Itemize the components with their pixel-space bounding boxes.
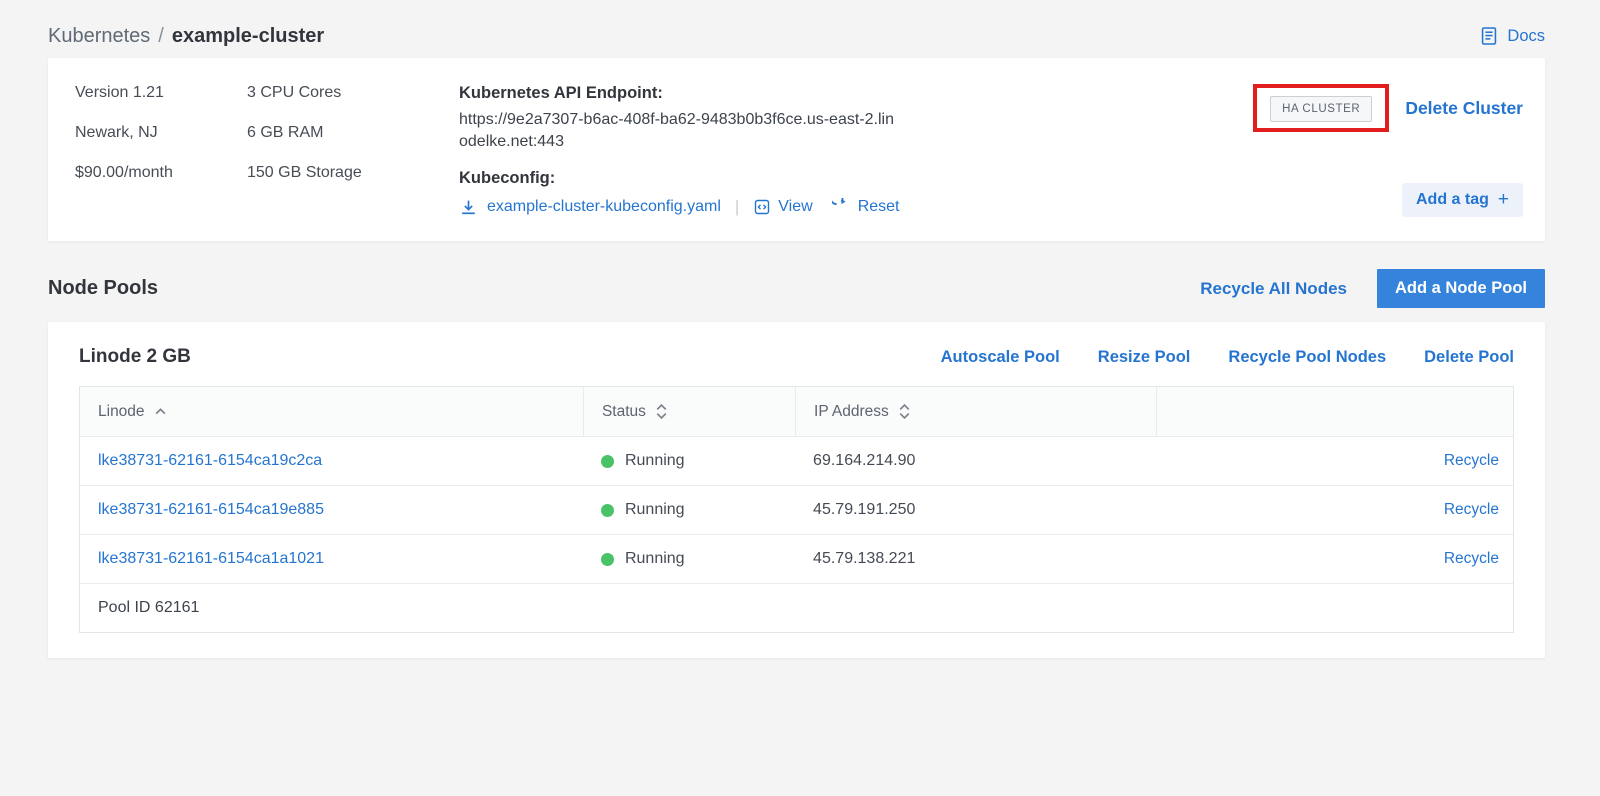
docs-link[interactable]: Docs	[1479, 26, 1545, 46]
node-pools-header: Node Pools Recycle All Nodes Add a Node …	[48, 269, 1545, 308]
delete-pool-button[interactable]: Delete Pool	[1424, 348, 1514, 367]
cluster-ram: 6 GB RAM	[247, 124, 459, 142]
resize-pool-button[interactable]: Resize Pool	[1098, 348, 1191, 367]
cluster-specs-column-1: Version 1.21 Newark, NJ $90.00/month	[75, 84, 247, 217]
linode-header-label: Linode	[98, 403, 145, 421]
ip-header-label: IP Address	[814, 403, 889, 421]
table-row: lke38731-62161-6154ca19c2ca Running 69.1…	[80, 436, 1513, 485]
status-running-dot	[601, 504, 614, 517]
view-kubeconfig-button[interactable]: View	[753, 198, 812, 216]
reset-label: Reset	[858, 198, 900, 216]
nodes-table-header: Linode Status	[80, 387, 1513, 436]
add-a-tag-button[interactable]: Add a tag +	[1402, 183, 1523, 217]
topbar: Kubernetes / example-cluster Docs	[48, 14, 1545, 58]
breadcrumb-separator: /	[158, 25, 164, 48]
column-header-ip-address[interactable]: IP Address	[795, 387, 1156, 436]
table-row: lke38731-62161-6154ca19e885 Running 45.7…	[80, 485, 1513, 534]
status-label: Running	[625, 501, 685, 519]
red-annotation-highlight: HA CLUSTER	[1253, 84, 1389, 132]
ha-cluster-badge: HA CLUSTER	[1270, 96, 1372, 122]
node-link[interactable]: lke38731-62161-6154ca19e885	[98, 501, 324, 519]
download-icon	[459, 198, 478, 217]
cluster-version: Version 1.21	[75, 84, 247, 102]
kubernetes-cluster-page: Kubernetes / example-cluster Docs Versio…	[0, 0, 1600, 658]
add-a-node-pool-button[interactable]: Add a Node Pool	[1377, 269, 1545, 308]
node-ip-address: 45.79.191.250	[813, 501, 915, 519]
code-view-icon	[753, 198, 771, 216]
breadcrumb: Kubernetes / example-cluster	[48, 25, 324, 48]
reset-kubeconfig-button[interactable]: Reset	[832, 198, 900, 217]
recycle-all-nodes-button[interactable]: Recycle All Nodes	[1200, 279, 1347, 299]
pool-name: Linode 2 GB	[79, 346, 191, 368]
delete-cluster-button[interactable]: Delete Cluster	[1405, 98, 1523, 119]
node-link[interactable]: lke38731-62161-6154ca1a1021	[98, 550, 324, 568]
node-pools-title: Node Pools	[48, 277, 158, 300]
recycle-node-button[interactable]: Recycle	[1444, 501, 1499, 519]
api-endpoint-block: Kubernetes API Endpoint: https://9e2a730…	[459, 84, 911, 217]
nodes-table-body: lke38731-62161-6154ca19c2ca Running 69.1…	[80, 436, 1513, 583]
pool-id-footer: Pool ID 62161	[80, 583, 1513, 632]
cluster-specs-column-2: 3 CPU Cores 6 GB RAM 150 GB Storage	[247, 84, 459, 217]
node-pool-card: Linode 2 GB Autoscale Pool Resize Pool R…	[48, 322, 1545, 658]
table-row: lke38731-62161-6154ca1a1021 Running 45.7…	[80, 534, 1513, 583]
cluster-storage: 150 GB Storage	[247, 164, 459, 182]
cluster-region: Newark, NJ	[75, 124, 247, 142]
status-running-dot	[601, 553, 614, 566]
pool-header: Linode 2 GB Autoscale Pool Resize Pool R…	[79, 346, 1514, 368]
cluster-cpu: 3 CPU Cores	[247, 84, 459, 102]
view-label: View	[778, 198, 812, 216]
sort-ascending-icon	[154, 407, 167, 416]
recycle-node-button[interactable]: Recycle	[1444, 550, 1499, 568]
column-header-actions	[1156, 387, 1513, 436]
node-link[interactable]: lke38731-62161-6154ca19c2ca	[98, 452, 322, 470]
api-endpoint-url: https://9e2a7307-b6ac-408f-ba62-9483b0b3…	[459, 109, 899, 153]
add-tag-label: Add a tag	[1416, 191, 1489, 209]
kubeconfig-divider: |	[735, 197, 739, 217]
node-ip-address: 45.79.138.221	[813, 550, 915, 568]
kubeconfig-row: example-cluster-kubeconfig.yaml | View	[459, 197, 911, 217]
sort-both-icon	[655, 403, 668, 420]
cluster-price: $90.00/month	[75, 164, 247, 182]
status-label: Running	[625, 452, 685, 470]
breadcrumb-kubernetes-link[interactable]: Kubernetes	[48, 25, 150, 48]
docs-link-label: Docs	[1507, 27, 1545, 46]
recycle-pool-nodes-button[interactable]: Recycle Pool Nodes	[1228, 348, 1386, 367]
reset-refresh-icon	[832, 198, 851, 217]
docs-icon	[1479, 26, 1499, 46]
column-header-linode[interactable]: Linode	[80, 387, 583, 436]
ha-row: HA CLUSTER Delete Cluster	[1253, 84, 1523, 132]
summary-right-column: HA CLUSTER Delete Cluster Add a tag +	[1253, 84, 1523, 217]
api-endpoint-label: Kubernetes API Endpoint:	[459, 84, 911, 103]
plus-icon: +	[1498, 193, 1509, 207]
status-header-label: Status	[602, 403, 646, 421]
nodes-table: Linode Status	[79, 386, 1514, 633]
pool-action-links: Autoscale Pool Resize Pool Recycle Pool …	[941, 348, 1514, 367]
kubeconfig-label: Kubeconfig:	[459, 169, 911, 188]
node-pools-actions: Recycle All Nodes Add a Node Pool	[1200, 269, 1545, 308]
breadcrumb-current-cluster: example-cluster	[172, 25, 324, 48]
cluster-summary-card: Version 1.21 Newark, NJ $90.00/month 3 C…	[48, 58, 1545, 241]
autoscale-pool-button[interactable]: Autoscale Pool	[941, 348, 1060, 367]
kubeconfig-filename: example-cluster-kubeconfig.yaml	[487, 198, 721, 216]
node-ip-address: 69.164.214.90	[813, 452, 915, 470]
status-label: Running	[625, 550, 685, 568]
column-header-status[interactable]: Status	[583, 387, 795, 436]
sort-both-icon	[898, 403, 911, 420]
kubeconfig-download-link[interactable]: example-cluster-kubeconfig.yaml	[459, 198, 721, 217]
status-running-dot	[601, 455, 614, 468]
recycle-node-button[interactable]: Recycle	[1444, 452, 1499, 470]
